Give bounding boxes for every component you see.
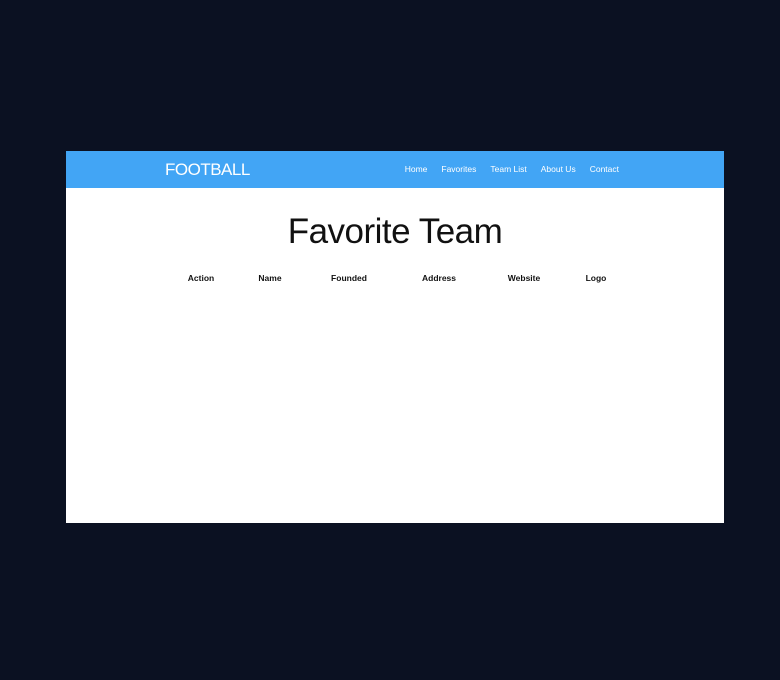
column-header-address: Address <box>421 273 457 283</box>
page-title: Favorite Team <box>287 212 503 251</box>
nav-links: Home Favorites Team List About Us Contac… <box>405 164 619 174</box>
column-header-website: Website <box>507 273 541 283</box>
column-header-name: Name <box>258 273 282 283</box>
app-window: FOOTBALL Home Favorites Team List About … <box>66 151 724 523</box>
column-header-logo: Logo <box>585 273 607 283</box>
column-header-founded: Founded <box>331 273 367 283</box>
nav-link-favorites[interactable]: Favorites <box>441 164 476 174</box>
navbar: FOOTBALL Home Favorites Team List About … <box>66 151 724 188</box>
nav-link-about-us[interactable]: About Us <box>541 164 576 174</box>
brand-logo-link[interactable]: FOOTBALL <box>165 160 250 180</box>
nav-link-home[interactable]: Home <box>405 164 428 174</box>
nav-link-team-list[interactable]: Team List <box>490 164 526 174</box>
nav-link-contact[interactable]: Contact <box>590 164 619 174</box>
column-header-action: Action <box>187 273 215 283</box>
